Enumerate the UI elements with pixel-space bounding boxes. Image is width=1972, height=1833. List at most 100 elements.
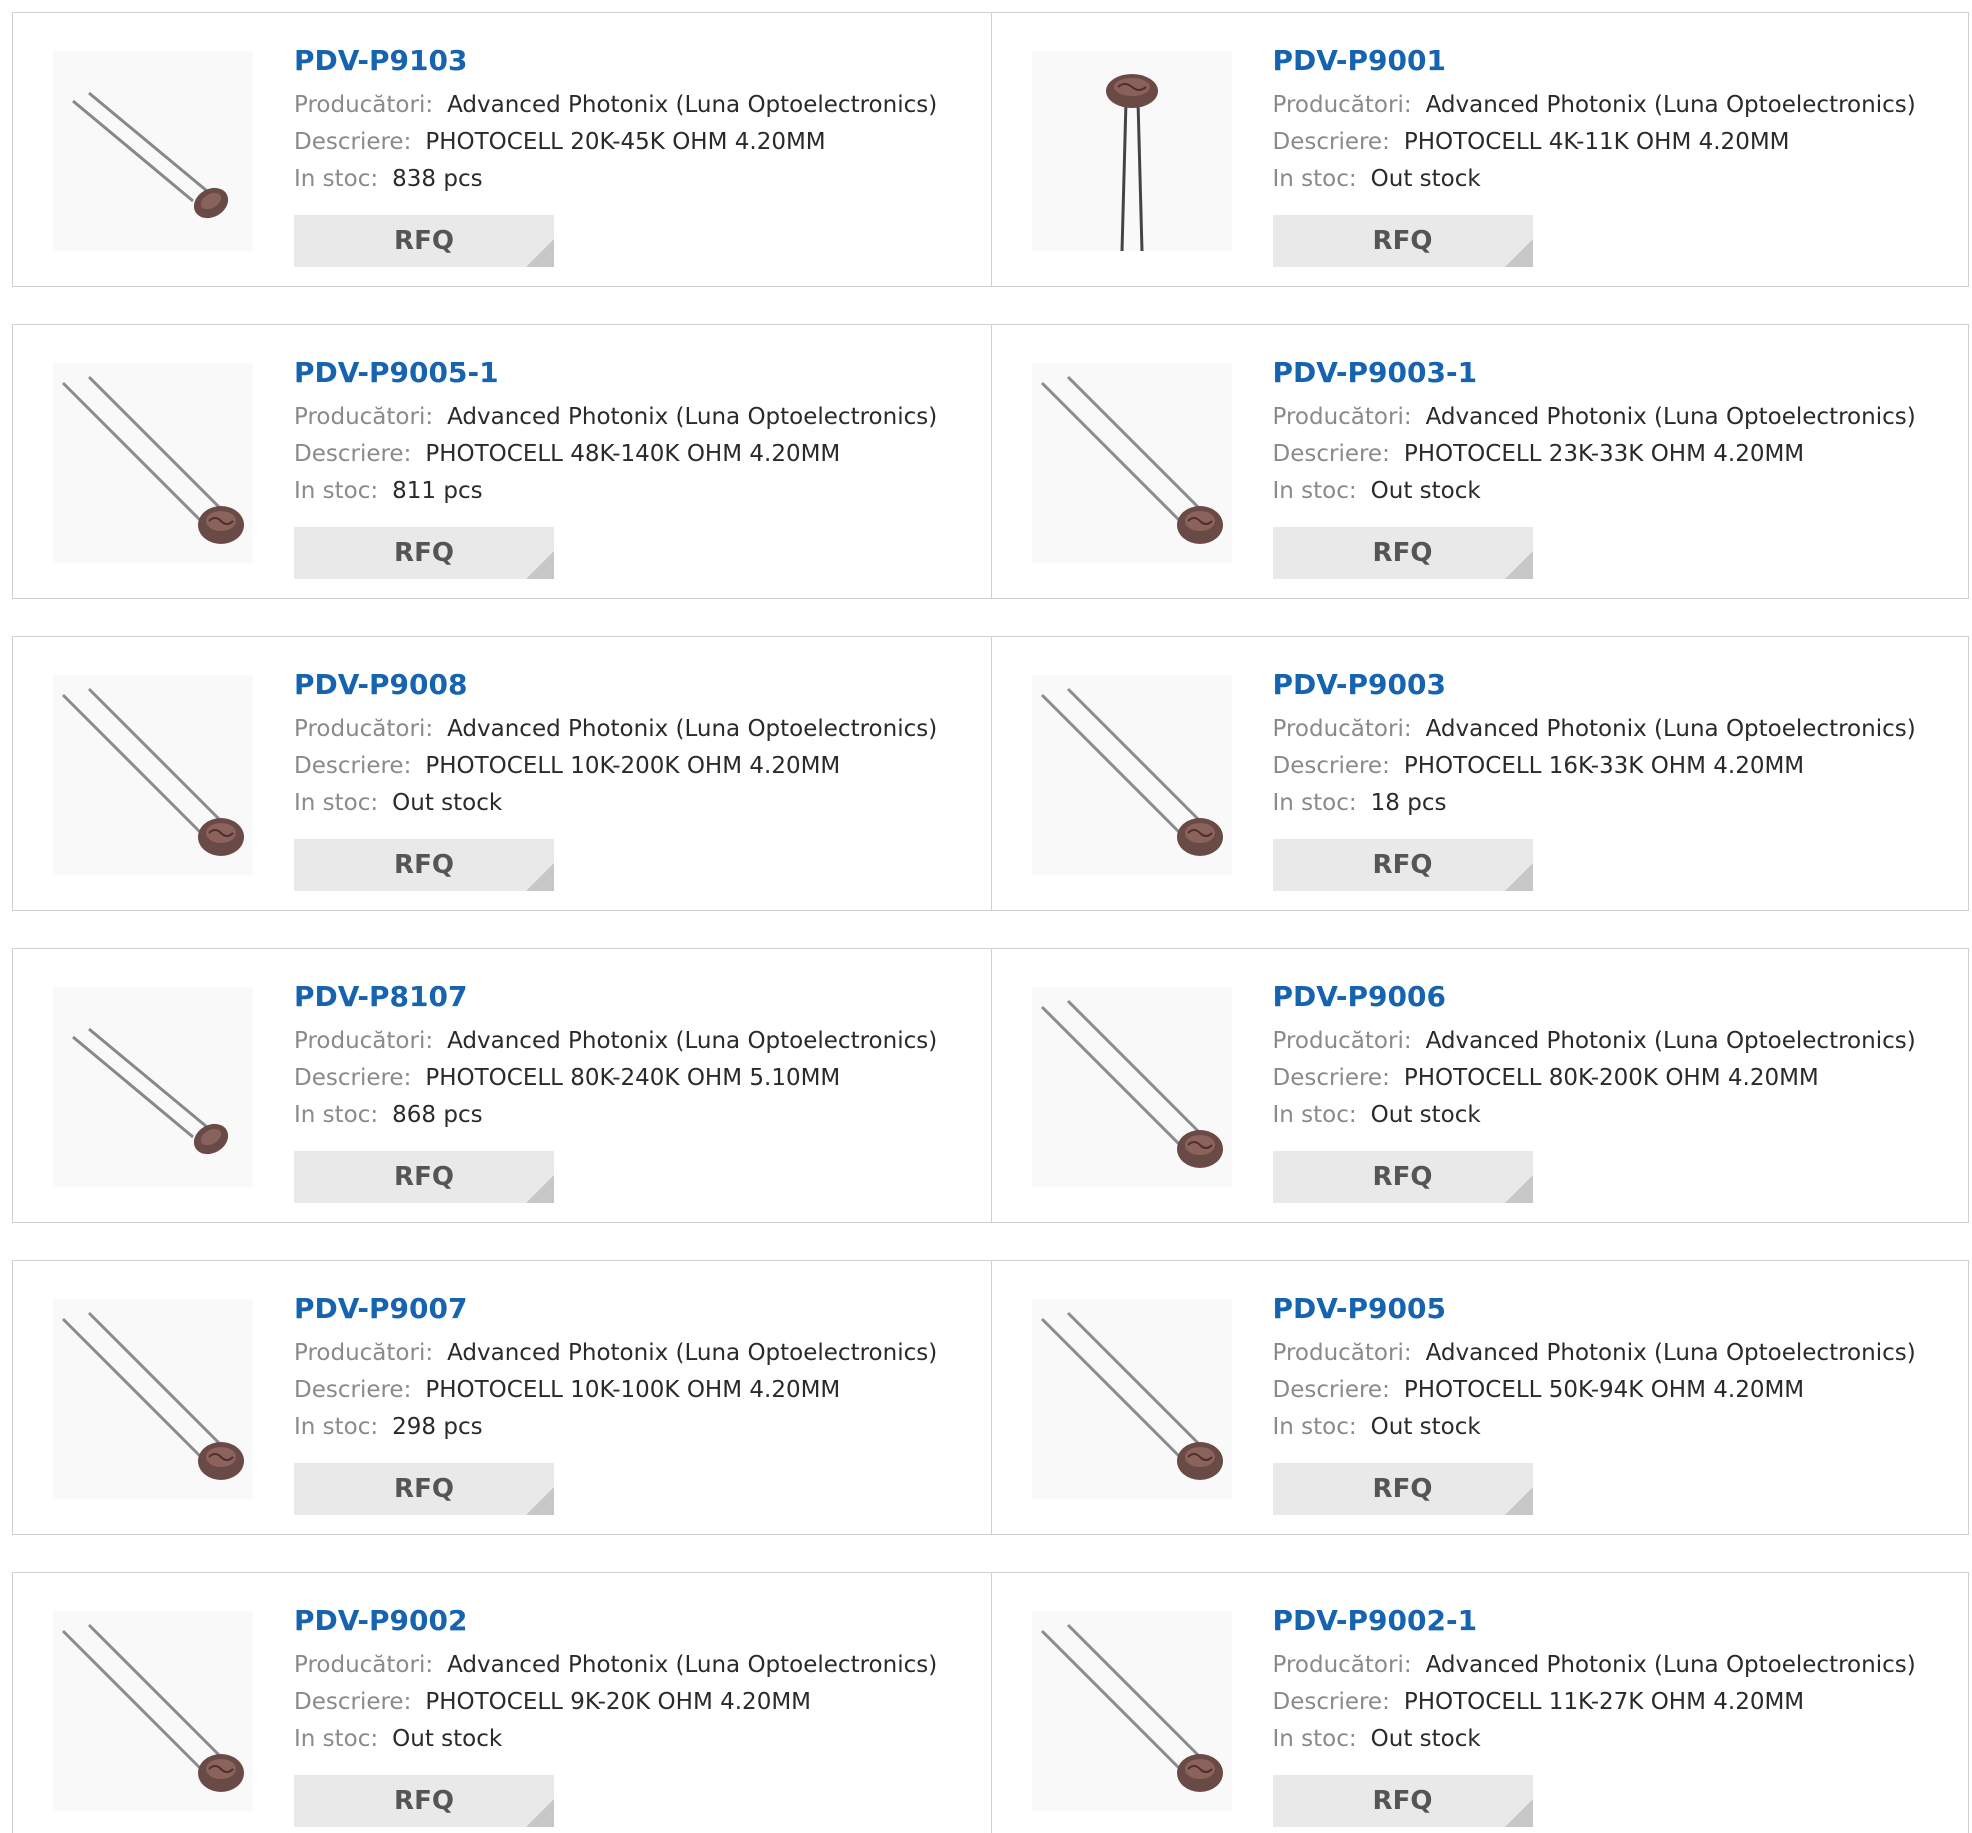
manufacturer-value: Advanced Photonix (Luna Optoelectronics) (1425, 716, 1916, 742)
corner-triangle-icon (526, 551, 554, 579)
product-card: PDV-P8107 Producători: Advanced Photonix (… (13, 949, 991, 1222)
product-image[interactable] (1031, 51, 1232, 251)
product-row: PDV-P8107 Producători: Advanced Photonix (… (12, 948, 1969, 1223)
product-image[interactable] (53, 51, 253, 251)
stock-value: Out stock (1370, 478, 1481, 504)
description-label: Descriere: (294, 1065, 412, 1091)
part-number-link[interactable]: PDV-P9002 (294, 1603, 467, 1639)
description-value: PHOTOCELL 20K-45K OHM 4.20MM (425, 129, 826, 155)
photocell-icon (1040, 999, 1223, 1168)
product-image[interactable] (53, 675, 253, 875)
manufacturer-row: Producători: Advanced Photonix (Luna Opto… (1273, 1647, 1959, 1684)
product-card: PDV-P9001 Producători: Advanced Photonix (… (990, 13, 1969, 286)
description-label: Descriere: (294, 1689, 412, 1715)
rfq-label: RFQ (394, 850, 454, 880)
manufacturer-row: Producători: Advanced Photonix (Luna Opto… (1273, 1023, 1959, 1060)
photocell-icon (1040, 687, 1223, 856)
manufacturer-row: Producători: Advanced Photonix (Luna Opto… (294, 711, 981, 748)
product-row: PDV-P9002 Producători: Advanced Photonix (… (12, 1572, 1969, 1833)
stock-label: In stoc: (1272, 1726, 1357, 1752)
description-row: Descriere: PHOTOCELL 10K-200K OHM 4.20MM (294, 748, 981, 785)
rfq-button[interactable]: RFQ (294, 1775, 554, 1827)
product-image[interactable] (53, 1611, 253, 1811)
product-image[interactable] (1031, 363, 1232, 563)
description-row: Descriere: PHOTOCELL 20K-45K OHM 4.20MM (294, 124, 981, 161)
description-label: Descriere: (294, 753, 412, 779)
rfq-button[interactable]: RFQ (294, 527, 554, 579)
manufacturer-value: Advanced Photonix (Luna Optoelectronics) (447, 1652, 938, 1678)
description-label: Descriere: (1272, 753, 1390, 779)
photocell-icon (1040, 1623, 1223, 1792)
description-label: Descriere: (1272, 441, 1390, 467)
corner-triangle-icon (1504, 863, 1533, 891)
product-info: PDV-P9003 Producători: Advanced Photonix (… (1273, 667, 1959, 822)
rfq-button[interactable]: RFQ (1272, 839, 1533, 891)
manufacturer-value: Advanced Photonix (Luna Optoelectronics) (447, 1340, 938, 1366)
rfq-button[interactable]: RFQ (294, 1151, 554, 1203)
part-number-link[interactable]: PDV-P9008 (294, 667, 467, 703)
product-image[interactable] (1031, 987, 1232, 1187)
stock-label: In stoc: (1272, 790, 1357, 816)
product-image[interactable] (1031, 675, 1232, 875)
product-image[interactable] (1031, 1299, 1232, 1499)
stock-row: In stoc: Out stock (294, 1721, 981, 1758)
product-image[interactable] (53, 1299, 253, 1499)
description-label: Descriere: (294, 1377, 412, 1403)
rfq-label: RFQ (1372, 538, 1433, 568)
description-label: Descriere: (1272, 1377, 1390, 1403)
part-number-link[interactable]: PDV-P9103 (294, 43, 467, 79)
rfq-button[interactable]: RFQ (1272, 1463, 1533, 1515)
manufacturer-value: Advanced Photonix (Luna Optoelectronics) (1425, 404, 1916, 430)
photocell-vertical-icon (1105, 74, 1158, 251)
description-label: Descriere: (294, 441, 412, 467)
photocell-icon (61, 1311, 244, 1480)
part-number-link[interactable]: PDV-P9005-1 (294, 355, 499, 391)
product-info: PDV-P9007 Producători: Advanced Photonix (… (294, 1291, 981, 1446)
manufacturer-label: Producători: (294, 1652, 434, 1678)
stock-value: Out stock (1370, 166, 1481, 192)
product-info: PDV-P9001 Producători: Advanced Photonix (… (1273, 43, 1959, 198)
product-image[interactable] (53, 363, 253, 563)
product-row: PDV-P9005-1 Producători: Advanced Photonix… (12, 324, 1969, 599)
description-value: PHOTOCELL 4K-11K OHM 4.20MM (1403, 129, 1790, 155)
product-row: PDV-P9008 Producători: Advanced Photonix (… (12, 636, 1969, 911)
rfq-label: RFQ (394, 1786, 454, 1816)
rfq-button[interactable]: RFQ (294, 839, 554, 891)
description-row: Descriere: PHOTOCELL 50K-94K OHM 4.20MM (1273, 1372, 1959, 1409)
rfq-button[interactable]: RFQ (1272, 1775, 1533, 1827)
rfq-label: RFQ (1372, 1474, 1433, 1504)
part-number-link[interactable]: PDV-P8107 (294, 979, 467, 1015)
product-image[interactable] (1031, 1611, 1232, 1811)
part-number-link[interactable]: PDV-P9007 (294, 1291, 467, 1327)
part-number-link[interactable]: PDV-P9002-1 (1273, 1603, 1478, 1639)
part-number-link[interactable]: PDV-P9003 (1273, 667, 1446, 703)
stock-label: In stoc: (294, 1102, 379, 1128)
manufacturer-row: Producători: Advanced Photonix (Luna Opto… (1273, 87, 1959, 124)
product-image[interactable] (53, 987, 253, 1187)
part-number-link[interactable]: PDV-P9006 (1273, 979, 1446, 1015)
rfq-button[interactable]: RFQ (1272, 1151, 1533, 1203)
stock-label: In stoc: (294, 790, 379, 816)
part-number-link[interactable]: PDV-P9001 (1273, 43, 1446, 79)
manufacturer-label: Producători: (294, 92, 434, 118)
stock-label: In stoc: (294, 1726, 379, 1752)
rfq-button[interactable]: RFQ (1272, 527, 1533, 579)
part-number-link[interactable]: PDV-P9003-1 (1273, 355, 1478, 391)
product-info: PDV-P9002 Producători: Advanced Photonix (… (294, 1603, 981, 1758)
description-row: Descriere: PHOTOCELL 80K-200K OHM 4.20MM (1273, 1060, 1959, 1097)
description-row: Descriere: PHOTOCELL 9K-20K OHM 4.20MM (294, 1684, 981, 1721)
rfq-button[interactable]: RFQ (294, 1463, 554, 1515)
rfq-label: RFQ (1372, 1786, 1433, 1816)
description-row: Descriere: PHOTOCELL 23K-33K OHM 4.20MM (1273, 436, 1959, 473)
product-info: PDV-P9002-1 Producători: Advanced Photonix… (1273, 1603, 1959, 1758)
stock-value: Out stock (1370, 1726, 1481, 1752)
stock-row: In stoc: 868 pcs (294, 1097, 981, 1134)
manufacturer-value: Advanced Photonix (Luna Optoelectronics) (1425, 1652, 1916, 1678)
part-number-link[interactable]: PDV-P9005 (1273, 1291, 1446, 1327)
manufacturer-row: Producători: Advanced Photonix (Luna Opto… (294, 1023, 981, 1060)
description-row: Descriere: PHOTOCELL 10K-100K OHM 4.20MM (294, 1372, 981, 1409)
rfq-button[interactable]: RFQ (294, 215, 554, 267)
manufacturer-label: Producători: (1272, 404, 1412, 430)
description-label: Descriere: (1272, 1689, 1390, 1715)
rfq-button[interactable]: RFQ (1272, 215, 1533, 267)
